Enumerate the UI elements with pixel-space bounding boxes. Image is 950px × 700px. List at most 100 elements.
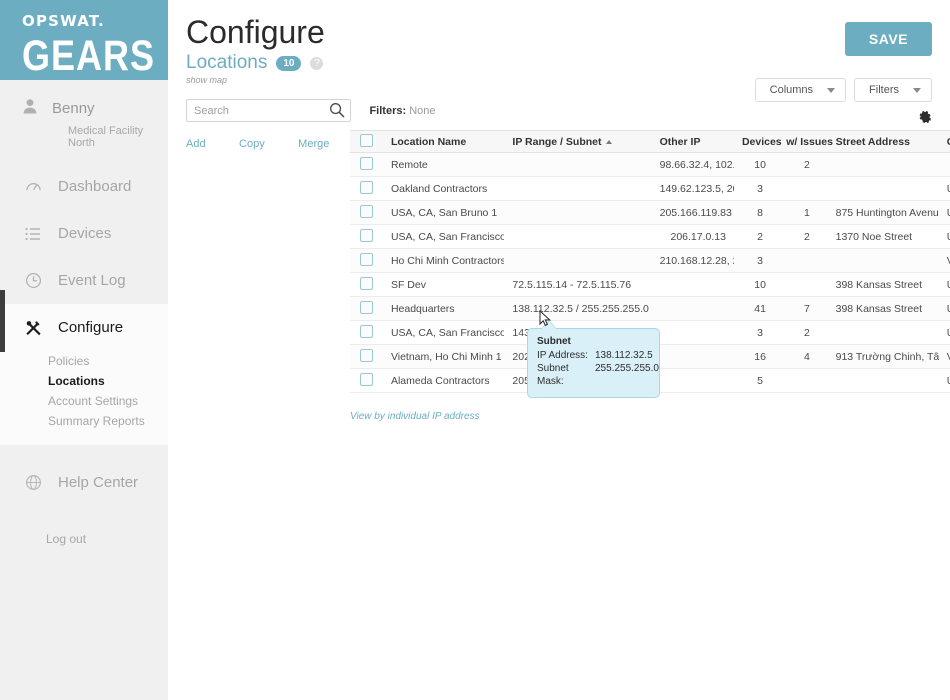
- merge-link[interactable]: Merge: [298, 138, 329, 150]
- filters-button-label: Filters: [869, 84, 899, 96]
- header-other-ip[interactable]: Other IP: [651, 130, 734, 153]
- cell-location-name: USA, CA, San Francisco 3: [382, 320, 505, 345]
- sort-asc-icon: [606, 139, 613, 144]
- select-all-checkbox[interactable]: [360, 133, 373, 147]
- row-checkbox[interactable]: [360, 180, 373, 194]
- cell-country-state-city: USA, CA, San Bruno: [938, 200, 950, 225]
- tooltip-ip-row: IP Address: 138.112.32.5: [537, 349, 653, 362]
- table-head: Location Name IP Range / Subnet Other IP…: [350, 130, 950, 153]
- cell-issues: 1: [778, 200, 828, 225]
- logout-link[interactable]: Log out: [0, 532, 168, 546]
- header-country-state-city[interactable]: Country, State, City: [938, 130, 950, 153]
- sidebar-divider: [0, 445, 168, 459]
- brand-top-text: OPSWAT.: [22, 12, 105, 30]
- row-checkbox[interactable]: [360, 348, 373, 362]
- cell-other-ip: 206.17.0.13: [651, 224, 734, 249]
- view-by-ip-link[interactable]: View by individual IP address: [350, 411, 480, 422]
- table-row[interactable]: Oakland Contractors 149.62.123.5, 208...3…: [350, 176, 950, 201]
- table-row[interactable]: USA, CA, San Bruno 1 205.166.119.83 8 1 875 …: [350, 200, 950, 225]
- cell-issues: [778, 272, 828, 297]
- row-checkbox[interactable]: [360, 228, 373, 242]
- page-subtitle: Locations: [186, 52, 268, 73]
- toolbar: Filters: None: [168, 99, 950, 122]
- brand-logo: OPSWAT. GEARS: [0, 0, 168, 80]
- columns-button-label: Columns: [769, 84, 814, 96]
- cell-street-address: 913 Trường Chinh, Tây Th...: [827, 344, 939, 369]
- add-link[interactable]: Add: [186, 138, 206, 150]
- table-row[interactable]: Headquarters 138.112.32.5 / 255.255.255.0…: [350, 296, 950, 321]
- columns-button[interactable]: Columns: [754, 78, 847, 102]
- cell-street-address: [827, 248, 939, 273]
- filters-status-label: Filters:: [369, 104, 407, 117]
- sidebar-item-configure[interactable]: Configure: [0, 290, 168, 352]
- cell-country-state-city: USA, CA, Oakland: [938, 176, 950, 201]
- cell-country-state-city: Vietnam, Ho Chi Minh: [938, 344, 950, 369]
- page-title: Configure: [186, 14, 325, 50]
- table-option-buttons: Columns Filters: [754, 78, 932, 102]
- row-checkbox[interactable]: [360, 156, 373, 170]
- user-name: Benny: [52, 100, 95, 117]
- brand-main-text: GEARS: [22, 30, 156, 80]
- row-checkbox-cell: [350, 152, 383, 177]
- cell-location-name: Remote: [382, 152, 505, 177]
- sidebar-item-locations[interactable]: Locations: [48, 371, 168, 391]
- table-row[interactable]: Remote 98.66.32.4, 102.8...102: [350, 152, 950, 177]
- cell-street-address: [827, 320, 939, 345]
- cell-location-name: Ho Chi Minh Contractors: [382, 248, 505, 273]
- header-location-name[interactable]: Location Name: [382, 130, 505, 153]
- cell-country-state-city: USA, CA, San Francisco: [938, 272, 950, 297]
- cell-country-state-city: [938, 152, 950, 177]
- cell-other-ip: [651, 344, 734, 369]
- sidebar-item-devices[interactable]: Devices: [0, 210, 168, 257]
- cell-location-name: SF Dev: [382, 272, 505, 297]
- gear-icon[interactable]: [918, 110, 932, 129]
- row-checkbox-cell: [350, 200, 383, 225]
- sidebar-item-summary-reports[interactable]: Summary Reports: [48, 411, 168, 431]
- question-icon[interactable]: ?: [310, 56, 324, 70]
- header-street-address[interactable]: Street Address: [827, 130, 939, 153]
- filters-status: Filters: None: [369, 105, 435, 117]
- sidebar-label-help-center: Help Center: [58, 474, 139, 491]
- search-input[interactable]: [186, 99, 351, 122]
- sidebar-item-help-center[interactable]: Help Center: [0, 459, 168, 506]
- cell-country-state-city: USA, CA, Alameda: [938, 368, 950, 393]
- cell-devices: 10: [733, 152, 779, 177]
- search-icon[interactable]: [329, 102, 345, 123]
- sidebar-item-dashboard[interactable]: Dashboard: [0, 163, 168, 210]
- tooltip-ip-key: IP Address:: [537, 350, 588, 361]
- sidebar: OPSWAT. GEARS Benny Medical Facility Nor…: [0, 0, 168, 700]
- sidebar-item-event-log[interactable]: Event Log: [0, 257, 168, 304]
- row-checkbox[interactable]: [360, 300, 373, 314]
- sidebar-item-account-settings[interactable]: Account Settings: [48, 391, 168, 411]
- search-wrapper: [186, 99, 351, 122]
- cell-location-name: Alameda Contractors: [382, 368, 505, 393]
- header-with-issues[interactable]: w/ Issues: [778, 130, 833, 153]
- cell-devices: 3: [733, 320, 779, 345]
- cell-country-state-city: USA, CA, San Francisco: [938, 224, 950, 249]
- cell-other-ip: [651, 296, 734, 321]
- row-checkbox[interactable]: [360, 324, 373, 338]
- cell-issues: 7: [778, 296, 828, 321]
- table-row[interactable]: Ho Chi Minh Contractors 210.168.12.28, 21…: [350, 248, 950, 273]
- app-root: OPSWAT. GEARS Benny Medical Facility Nor…: [0, 0, 950, 700]
- cell-other-ip: 98.66.32.4, 102.8...: [651, 152, 734, 177]
- copy-link[interactable]: Copy: [239, 138, 265, 150]
- page-header: Configure Locations 10 ? show map: [168, 0, 950, 85]
- row-checkbox[interactable]: [360, 204, 373, 218]
- user-block[interactable]: Benny Medical Facility North: [0, 80, 168, 163]
- row-checkbox[interactable]: [360, 252, 373, 266]
- row-checkbox[interactable]: [360, 276, 373, 290]
- header-ip-range[interactable]: IP Range / Subnet: [504, 130, 652, 153]
- cell-other-ip: 205.166.119.83: [651, 200, 734, 225]
- cell-devices: 3: [733, 248, 779, 273]
- tooltip-mask-row: Subnet Mask: 255.255.255.0: [537, 362, 659, 388]
- table-row[interactable]: SF Dev 72.5.115.14 - 72.5.115.76 10 398 Kan…: [350, 272, 950, 297]
- header-devices[interactable]: Devices: [733, 130, 782, 153]
- row-checkbox[interactable]: [360, 372, 373, 386]
- cell-location-name: Oakland Contractors: [382, 176, 505, 201]
- save-button[interactable]: SAVE: [844, 22, 932, 56]
- table-row[interactable]: USA, CA, San Francisco 2 206.17.0.13 2 2 137…: [350, 224, 950, 249]
- filters-button[interactable]: Filters: [854, 78, 932, 102]
- cell-location-name: USA, CA, San Francisco 2: [382, 224, 505, 249]
- sidebar-item-policies[interactable]: Policies: [48, 351, 168, 371]
